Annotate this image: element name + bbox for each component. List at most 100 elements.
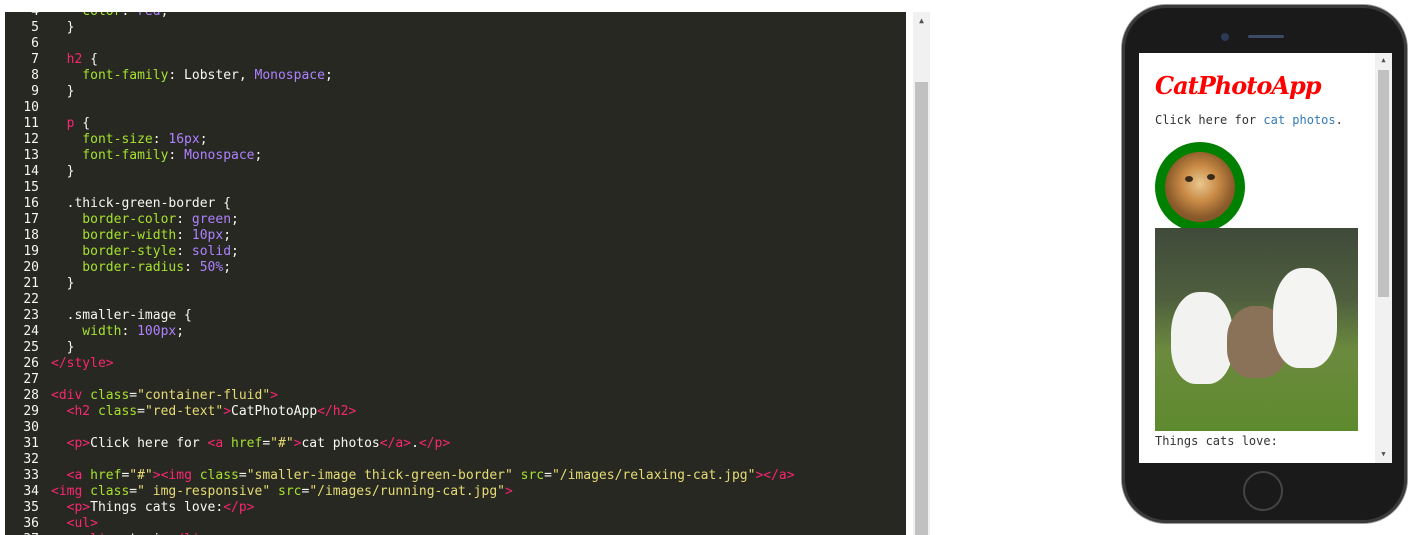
code-line[interactable]: 34 <img class=" img-responsive" src="/ima…	[5, 484, 906, 500]
code-line[interactable]: 17 border-color: green;	[5, 212, 906, 228]
relaxing-cat-image-link[interactable]	[1155, 142, 1245, 232]
code-line[interactable]: 10	[5, 100, 906, 116]
line-code[interactable]: }	[51, 340, 75, 356]
code-token: }	[51, 276, 75, 291]
line-code[interactable]: }	[51, 276, 75, 292]
line-number: 4	[5, 12, 39, 20]
line-number: 19	[23, 244, 39, 259]
code-line[interactable]: 4 color: red;	[5, 12, 906, 20]
code-line[interactable]: 27	[5, 372, 906, 388]
line-code[interactable]: .thick-green-border {	[51, 196, 231, 212]
line-code[interactable]: font-family: Monospace;	[51, 148, 262, 164]
editor-scrollbar-thumb[interactable]	[915, 82, 928, 535]
code-line[interactable]: 14 }	[5, 164, 906, 180]
line-number: 14	[23, 164, 39, 179]
line-code[interactable]: font-size: 16px;	[51, 132, 207, 148]
line-code[interactable]: border-radius: 50%;	[51, 260, 231, 276]
code-line[interactable]: 15	[5, 180, 906, 196]
things-cats-love-label: Things cats love:	[1155, 434, 1278, 448]
line-code[interactable]: border-style: solid;	[51, 244, 239, 260]
line-code[interactable]: <div class="container-fluid">	[51, 388, 278, 404]
code-line[interactable]: 6	[5, 36, 906, 52]
preview-scrollbar-thumb[interactable]	[1378, 70, 1389, 297]
code-token: "red-text"	[144, 404, 224, 419]
code-line[interactable]: 29 <h2 class="red-text">CatPhotoApp</h2>	[5, 404, 906, 420]
code-token: }	[51, 84, 75, 99]
code-line[interactable]: 32	[5, 452, 906, 468]
line-code[interactable]: color: red;	[51, 12, 168, 20]
code-line[interactable]: 18 border-width: 10px;	[5, 228, 906, 244]
line-code[interactable]: <a href="#"><img class="smaller-image th…	[51, 468, 795, 484]
code-line[interactable]: 12 font-size: 16px;	[5, 132, 906, 148]
code-token: <ul>	[51, 516, 98, 531]
code-token: </a>	[379, 436, 412, 451]
code-line[interactable]: 21 }	[5, 276, 906, 292]
code-line[interactable]: 22	[5, 292, 906, 308]
cat-photos-link[interactable]: cat photos	[1263, 113, 1335, 127]
code-editor[interactable]: 4 color: red;5 }67 h2 {8 font-family: Lo…	[5, 12, 906, 535]
line-number: 21	[23, 276, 39, 291]
line-code[interactable]: font-family: Lobster, Monospace;	[51, 68, 332, 84]
code-line[interactable]: 26 </style>	[5, 356, 906, 372]
code-token: h2	[51, 52, 83, 67]
line-number: 7	[31, 52, 39, 67]
editor-scrollbar[interactable]: ▲	[913, 12, 930, 535]
line-code[interactable]: <img class=" img-responsive" src="/image…	[51, 484, 513, 500]
line-number: 8	[31, 68, 39, 83]
code-line[interactable]: 16 .thick-green-border {	[5, 196, 906, 212]
line-code[interactable]: }	[51, 84, 75, 100]
line-code[interactable]: width: 100px;	[51, 324, 184, 340]
line-code[interactable]: <ul>	[51, 516, 98, 532]
code-token: <a	[207, 436, 224, 451]
line-code[interactable]: <p>Click here for <a href="#">cat photos…	[51, 436, 451, 452]
line-code[interactable]: border-color: green;	[51, 212, 239, 228]
line-number: 12	[23, 132, 39, 147]
line-code[interactable]: .smaller-image {	[51, 308, 192, 324]
line-code[interactable]: border-width: 10px;	[51, 228, 231, 244]
code-line[interactable]: 28 <div class="container-fluid">	[5, 388, 906, 404]
line-number: 25	[23, 340, 39, 355]
phone-home-button	[1243, 471, 1283, 511]
code-line[interactable]: 8 font-family: Lobster, Monospace;	[5, 68, 906, 84]
line-number: 20	[23, 260, 39, 275]
code-line[interactable]: 33 <a href="#"><img class="smaller-image…	[5, 468, 906, 484]
code-line[interactable]: 5 }	[5, 20, 906, 36]
code-line[interactable]: 13 font-family: Monospace;	[5, 148, 906, 164]
code-token: =	[137, 404, 145, 419]
code-line[interactable]: 7 h2 {	[5, 52, 906, 68]
relaxing-cat-image	[1165, 152, 1235, 222]
code-line[interactable]: 30	[5, 420, 906, 436]
code-line[interactable]: 11 p {	[5, 116, 906, 132]
code-line[interactable]: 23 .smaller-image {	[5, 308, 906, 324]
code-token: width	[51, 324, 122, 339]
line-code[interactable]: }	[51, 20, 75, 36]
preview-scrollbar[interactable]: ▲ ▼	[1375, 53, 1392, 463]
code-token: Monospace	[254, 68, 325, 83]
line-code[interactable]: p {	[51, 116, 91, 132]
phone-camera-icon	[1221, 33, 1229, 41]
line-code[interactable]: <h2 class="red-text">CatPhotoApp</h2>	[51, 404, 357, 420]
line-code[interactable]: <p>Things cats love:</p>	[51, 500, 255, 516]
code-line[interactable]: 20 border-radius: 50%;	[5, 260, 906, 276]
code-token: .thick-green-border {	[51, 196, 232, 211]
code-line[interactable]: 31 <p>Click here for <a href="#">cat pho…	[5, 436, 906, 452]
preview-scroll-up-icon[interactable]: ▲	[1375, 56, 1392, 64]
code-token: :	[184, 260, 200, 275]
preview-scroll-down-icon[interactable]: ▼	[1375, 450, 1392, 458]
code-line[interactable]: 24 width: 100px;	[5, 324, 906, 340]
line-code[interactable]: </style>	[51, 356, 114, 372]
line-code[interactable]: }	[51, 164, 75, 180]
code-line[interactable]: 19 border-style: solid;	[5, 244, 906, 260]
code-line[interactable]: 36 <ul>	[5, 516, 906, 532]
code-line[interactable]: 35 <p>Things cats love:</p>	[5, 500, 906, 516]
code-line[interactable]: 9 }	[5, 84, 906, 100]
code-token: font-family	[51, 148, 169, 163]
code-token: <p>	[51, 436, 91, 451]
code-line[interactable]: 25 }	[5, 340, 906, 356]
line-number: 27	[23, 372, 39, 387]
line-code[interactable]: h2 {	[51, 52, 98, 68]
scroll-up-arrow-icon[interactable]: ▲	[913, 12, 930, 29]
